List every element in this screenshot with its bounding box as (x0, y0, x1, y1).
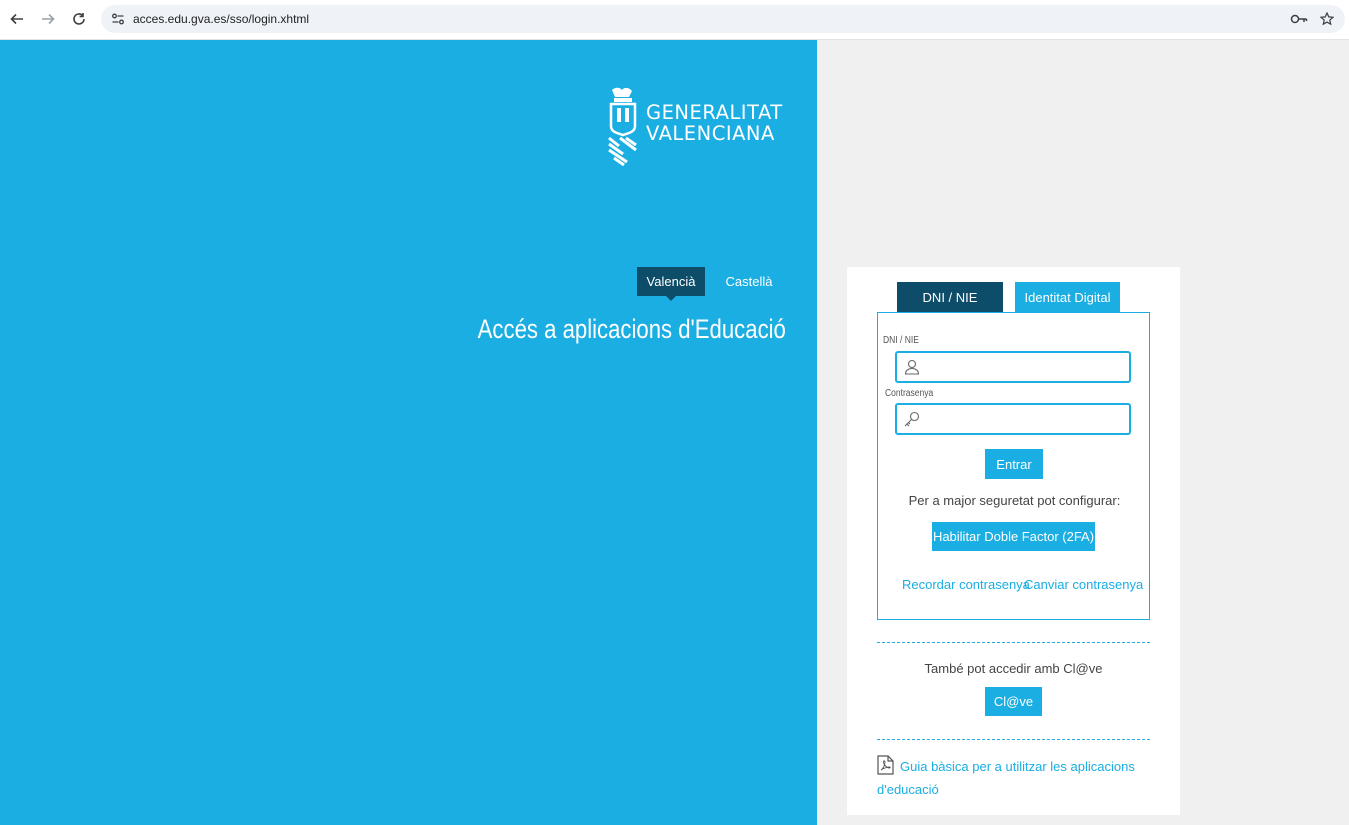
site-info-icon[interactable] (110, 11, 126, 27)
password-key-button[interactable] (1290, 10, 1308, 28)
key-icon (904, 411, 920, 427)
clave-button[interactable]: Cl@ve (985, 687, 1042, 716)
user-icon (904, 359, 920, 375)
arrow-left-icon (10, 13, 23, 25)
address-bar[interactable]: acces.edu.gva.es/sso/login.xhtml (101, 5, 1345, 33)
password-label: Contrasenya (885, 388, 934, 399)
change-password-link[interactable]: Canviar contrasenya (1024, 577, 1143, 592)
login-form: DNI / NIE Contrasenya Entrar Per a major… (877, 312, 1150, 620)
login-card: DNI / NIE Identitat Digital DNI / NIE Co… (847, 267, 1180, 815)
language-castella-button[interactable]: Castellà (718, 267, 780, 296)
url-text[interactable]: acces.edu.gva.es/sso/login.xhtml (133, 12, 309, 26)
enable-2fa-button[interactable]: Habilitar Doble Factor (2FA) (932, 522, 1095, 551)
language-valencia-button[interactable]: Valencià (637, 267, 705, 301)
hero-panel: GENERALITAT VALENCIANA Valencià Castellà… (0, 40, 817, 825)
remember-password-link[interactable]: Recordar contrasenya (902, 577, 1030, 592)
brand-line-1: GENERALITAT (646, 101, 783, 124)
star-icon (1320, 12, 1334, 26)
tab-dni-nie[interactable]: DNI / NIE (897, 282, 1003, 312)
guide-link[interactable]: Guia bàsica per a utilitzar les aplicaci… (877, 755, 1137, 801)
divider (877, 739, 1150, 740)
key-icon (1290, 14, 1308, 24)
divider (877, 642, 1150, 643)
security-text: Per a major seguretat pot configurar: (908, 493, 1121, 508)
brand-line-2: VALENCIANA (646, 122, 775, 145)
page-title: Accés a aplicacions d'Educació (477, 314, 786, 344)
guide-link-text[interactable]: Guia bàsica per a utilitzar les aplicaci… (877, 759, 1135, 797)
enter-button[interactable]: Entrar (985, 449, 1043, 479)
arrow-right-icon (42, 13, 55, 25)
coat-of-arms-icon (608, 87, 637, 166)
forward-button[interactable] (37, 8, 59, 30)
reload-button[interactable] (68, 8, 90, 30)
dni-label: DNI / NIE (883, 335, 919, 346)
bookmark-button[interactable] (1318, 10, 1336, 28)
dni-input[interactable] (895, 351, 1131, 383)
back-button[interactable] (6, 8, 28, 30)
password-input[interactable] (895, 403, 1131, 435)
clave-access-text: També pot accedir amb Cl@ve (924, 661, 1103, 676)
brand-name: GENERALITAT VALENCIANA (646, 102, 783, 144)
generalitat-logo: GENERALITAT VALENCIANA (606, 86, 791, 166)
reload-icon (73, 13, 85, 25)
pdf-icon (877, 755, 894, 775)
browser-toolbar: acces.edu.gva.es/sso/login.xhtml (0, 0, 1349, 40)
tab-identitat-digital[interactable]: Identitat Digital (1015, 282, 1120, 312)
